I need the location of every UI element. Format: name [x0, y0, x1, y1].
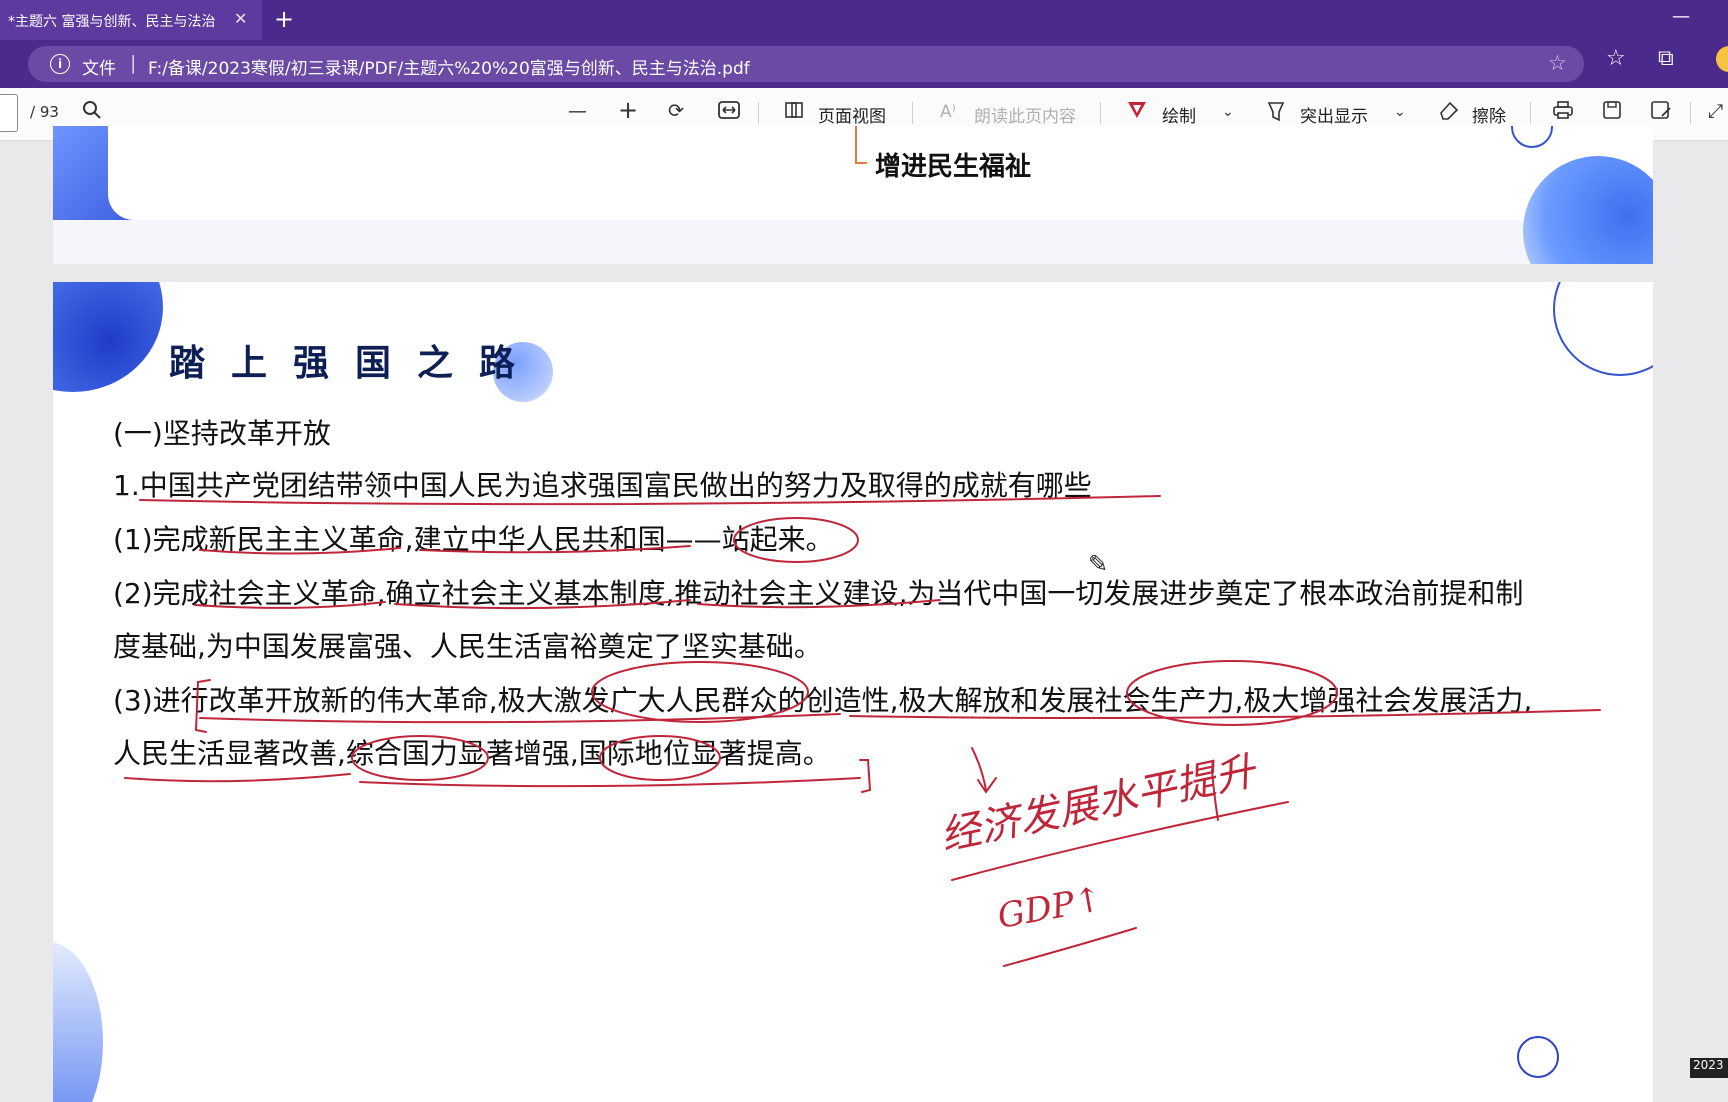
timestamp: 2023 [1690, 1058, 1728, 1078]
handwriting-note: GDP↑ [995, 879, 1106, 937]
ink-annotations: 经济发展水平提升 GDP↑ [124, 495, 1601, 967]
